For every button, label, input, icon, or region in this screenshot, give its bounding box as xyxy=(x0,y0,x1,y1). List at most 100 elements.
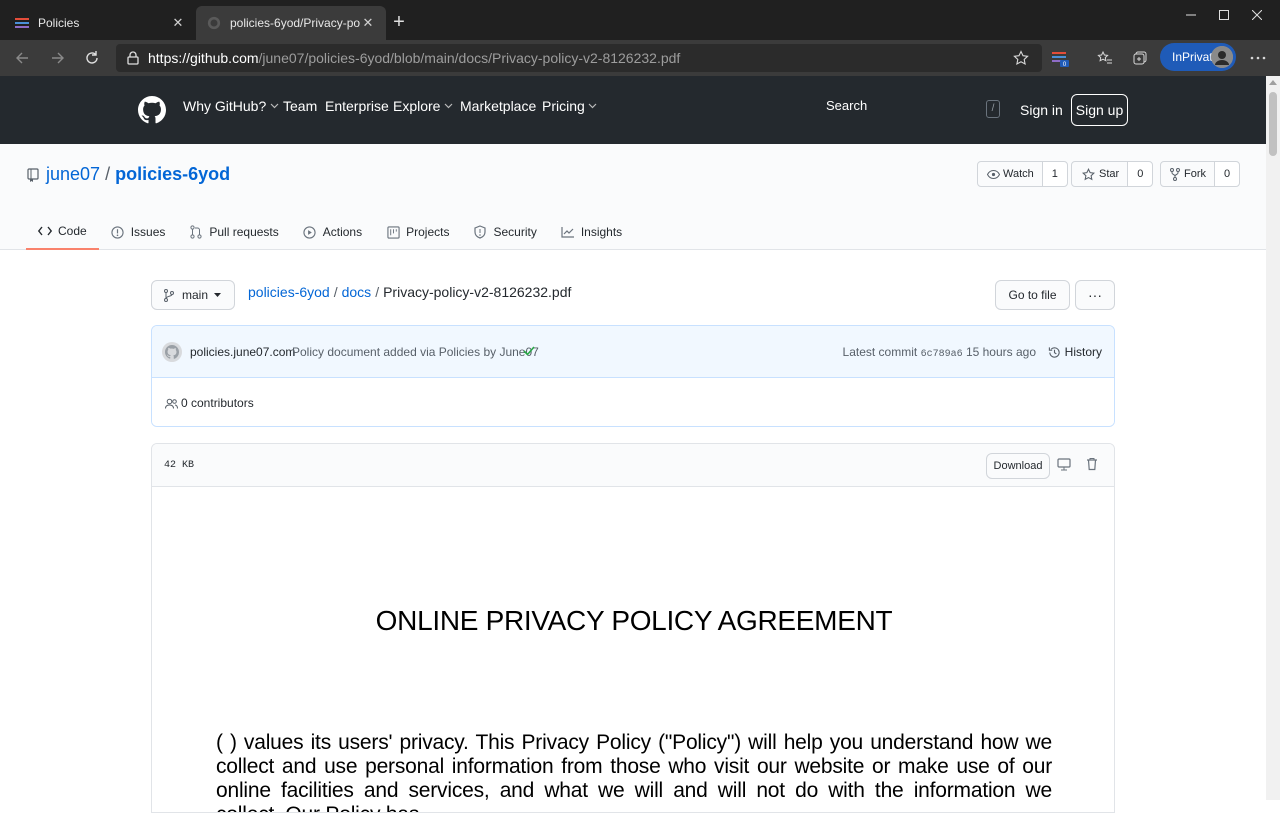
chevron-down-icon xyxy=(588,103,598,109)
latest-commit-label: Latest commit xyxy=(842,345,918,359)
scrollbar-thumb[interactable] xyxy=(1269,92,1277,156)
star-count[interactable]: 0 xyxy=(1128,162,1153,186)
lock-icon[interactable] xyxy=(126,51,140,65)
watch-count[interactable]: 1 xyxy=(1042,162,1067,186)
star-button[interactable]: Star 0 xyxy=(1071,161,1154,187)
tab-label: Insights xyxy=(580,225,623,239)
tab-insights[interactable]: Insights xyxy=(549,214,634,250)
history-link[interactable]: History xyxy=(1048,345,1102,359)
inprivate-button[interactable]: InPrivate xyxy=(1160,43,1236,71)
forward-icon[interactable] xyxy=(46,46,70,70)
more-menu-icon[interactable] xyxy=(1248,48,1268,68)
watch-label: Watch xyxy=(1003,168,1034,180)
tab-label: Issues xyxy=(130,225,166,239)
eye-icon xyxy=(986,169,1000,179)
chevron-down-icon xyxy=(443,103,453,109)
repo-title: june07 / policies-6yod xyxy=(26,164,230,185)
branch-label: main xyxy=(182,288,209,302)
extension-icon[interactable]: 0 xyxy=(1050,48,1070,68)
collections-icon[interactable] xyxy=(1130,48,1150,68)
page-scrollbar[interactable] xyxy=(1266,76,1280,800)
fork-button[interactable]: Fork 0 xyxy=(1160,161,1241,187)
fork-label: Fork xyxy=(1184,168,1206,180)
tab-label: Actions xyxy=(322,225,363,239)
profile-avatar-icon xyxy=(1211,46,1233,68)
tab-label: policies-6yod/Privacy-policy-v2- xyxy=(230,16,360,30)
repo-name-link[interactable]: policies-6yod xyxy=(115,164,230,185)
fork-icon xyxy=(1169,167,1181,181)
favorites-icon[interactable] xyxy=(1095,48,1115,68)
sign-in-link[interactable]: Sign in xyxy=(1020,102,1063,118)
close-tab-icon[interactable]: ✕ xyxy=(360,15,376,31)
latest-commit-info: Latest commit 6c789a6 15 hours ago xyxy=(843,345,1036,360)
shield-icon xyxy=(473,225,487,239)
tab-code[interactable]: Code xyxy=(26,214,99,250)
file-size: 42 KB xyxy=(164,460,195,471)
watch-button[interactable]: Watch 1 xyxy=(977,161,1068,187)
check-icon[interactable] xyxy=(522,344,536,358)
branch-select-button[interactable]: main xyxy=(151,280,235,310)
nav-marketplace[interactable]: Marketplace xyxy=(460,98,536,114)
nav-explore[interactable]: Explore xyxy=(393,98,453,114)
play-icon xyxy=(303,225,317,239)
commit-sha-link[interactable]: 6c789a6 xyxy=(921,349,963,360)
author-avatar[interactable] xyxy=(162,342,182,362)
scroll-up-arrow-icon[interactable] xyxy=(1269,80,1277,85)
file-header: 42 KB Download xyxy=(152,444,1114,487)
window-close-icon[interactable] xyxy=(1234,0,1280,30)
tab-projects[interactable]: Projects xyxy=(374,214,461,250)
new-tab-icon[interactable]: + xyxy=(389,12,409,32)
tab-actions[interactable]: Actions xyxy=(291,214,374,250)
nav-why-github[interactable]: Why GitHub? xyxy=(183,98,279,114)
search-input[interactable]: Search xyxy=(814,90,1006,120)
history-label: History xyxy=(1064,345,1102,359)
go-to-file-button[interactable]: Go to file xyxy=(995,280,1070,310)
project-icon xyxy=(386,225,400,239)
people-icon xyxy=(164,398,178,409)
address-bar[interactable]: https://github.com/june07/policies-6yod/… xyxy=(116,44,1042,72)
refresh-icon[interactable] xyxy=(80,46,104,70)
browser-tab-policies[interactable]: Policies ✕ xyxy=(4,6,196,40)
breadcrumb-repo-link[interactable]: policies-6yod xyxy=(248,284,330,300)
fork-count[interactable]: 0 xyxy=(1215,162,1240,186)
search-shortcut-key: / xyxy=(986,100,1000,118)
repo-tabs: Code Issues Pull requests Actions Projec… xyxy=(26,214,634,250)
breadcrumb-docs-link[interactable]: docs xyxy=(342,284,372,300)
chevron-down-icon xyxy=(269,103,279,109)
tab-issues[interactable]: Issues xyxy=(99,214,178,250)
branch-icon xyxy=(164,288,174,302)
nav-label: Enterprise xyxy=(325,98,389,114)
trash-icon[interactable] xyxy=(1084,456,1100,472)
file-viewer: 42 KB Download ONLINE PRIVACY POLICY AGR… xyxy=(151,443,1115,813)
download-button[interactable]: Download xyxy=(986,453,1050,479)
policies-favicon-icon xyxy=(14,15,30,31)
commit-message-link[interactable]: Policy document added via Policies by Ju… xyxy=(292,345,539,359)
nav-label: Team xyxy=(283,98,318,114)
history-icon xyxy=(1048,346,1062,359)
contributors-link[interactable]: 0 contributors xyxy=(164,396,254,410)
pdf-title: ONLINE PRIVACY POLICY AGREEMENT xyxy=(375,605,893,636)
close-tab-icon[interactable]: ✕ xyxy=(170,15,186,31)
breadcrumb-separator: / xyxy=(375,284,380,300)
nav-label: Explore xyxy=(393,98,441,114)
tab-label: Pull requests xyxy=(209,225,279,239)
repo-separator: / xyxy=(105,164,111,184)
tab-security[interactable]: Security xyxy=(461,214,548,250)
desktop-icon[interactable] xyxy=(1056,456,1072,472)
tab-label: Security xyxy=(493,225,537,239)
github-logo-icon[interactable] xyxy=(138,96,166,124)
favorite-star-icon[interactable] xyxy=(1011,48,1031,68)
nav-team[interactable]: Team xyxy=(283,98,317,114)
caret-down-icon xyxy=(214,293,222,297)
back-icon[interactable] xyxy=(10,46,34,70)
repo-owner-link[interactable]: june07 xyxy=(46,164,100,185)
sign-up-button[interactable]: Sign up xyxy=(1071,94,1128,126)
graph-icon xyxy=(561,225,575,239)
more-options-button[interactable]: ··· xyxy=(1075,280,1115,310)
commit-author-link[interactable]: policies.june07.com xyxy=(190,345,295,359)
code-icon xyxy=(38,224,52,238)
tab-pull-requests[interactable]: Pull requests xyxy=(177,214,290,250)
nav-enterprise[interactable]: Enterprise xyxy=(325,98,389,114)
browser-tab-github[interactable]: policies-6yod/Privacy-policy-v2- ✕ xyxy=(196,6,386,40)
nav-pricing[interactable]: Pricing xyxy=(542,98,598,114)
